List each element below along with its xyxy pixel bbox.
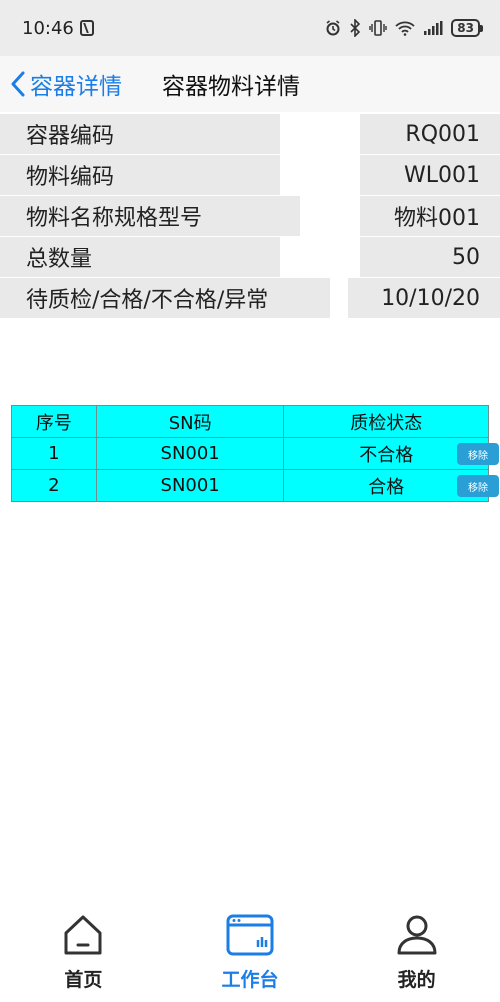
alarm-icon [326, 20, 340, 36]
cell-sn: SN001 [95, 437, 285, 470]
workbench-icon [226, 914, 274, 956]
tab-label: 我的 [397, 969, 436, 991]
qc-status-text: 合格 [368, 476, 405, 498]
detail-label: 物料名称规格型号 [0, 196, 300, 236]
detail-label: 容器编码 [0, 114, 280, 154]
wifi-icon [395, 21, 415, 36]
qc-status-text: 不合格 [359, 444, 414, 466]
detail-row-material-code: 物料编码 WL001 [0, 155, 500, 195]
page-title: 容器物料详情 [162, 74, 300, 100]
bottom-tab-bar: 首页 工作台 我的 [0, 905, 500, 1002]
table-row: 2 SN001 合格 移除 [11, 469, 499, 502]
sn-table: 序号 SN码 质检状态 1 SN001 不合格 移除 2 SN001 合格 移除 [11, 405, 499, 502]
bluetooth-icon [350, 19, 361, 37]
remove-button[interactable]: 移除 [457, 443, 499, 465]
back-button[interactable]: 容器详情 [0, 67, 122, 101]
container-material-details: 容器编码 RQ001 物料编码 WL001 物料名称规格型号 物料001 总数量… [0, 114, 500, 319]
detail-value: 10/10/20 [348, 278, 500, 318]
nfc-icon [79, 20, 94, 36]
status-time: 10:46 [22, 17, 74, 39]
detail-value: 50 [360, 237, 500, 277]
tab-mine[interactable]: 我的 [347, 905, 487, 992]
back-label: 容器详情 [30, 74, 122, 100]
detail-label: 待质检/合格/不合格/异常 [0, 278, 330, 318]
status-left: 10:46 [22, 18, 94, 39]
detail-label: 物料编码 [0, 155, 280, 195]
detail-label: 总数量 [0, 237, 280, 277]
cell-index: 2 [11, 469, 97, 502]
detail-row-quality-status: 待质检/合格/不合格/异常 10/10/20 [0, 278, 500, 318]
header-qc-status: 质检状态 [283, 405, 489, 438]
detail-row-container-code: 容器编码 RQ001 [0, 114, 500, 154]
tab-workbench[interactable]: 工作台 [180, 905, 320, 992]
tab-home[interactable]: 首页 [13, 905, 153, 992]
nav-bar: 容器详情 容器物料详情 [0, 56, 500, 112]
header-index: 序号 [11, 405, 97, 438]
detail-value: WL001 [360, 155, 500, 195]
status-bar: 10:46 83 [0, 0, 500, 56]
home-icon [64, 915, 102, 955]
table-row: 1 SN001 不合格 移除 [11, 437, 499, 470]
chevron-left-icon [11, 71, 25, 97]
cell-qc-status: 合格 移除 [283, 469, 499, 502]
cell-index: 1 [11, 437, 97, 470]
vibrate-icon [369, 20, 387, 36]
cell-sn: SN001 [95, 469, 285, 502]
detail-value: RQ001 [360, 114, 500, 154]
sn-table-grid: 序号 SN码 质检状态 1 SN001 不合格 移除 2 SN001 合格 移除 [11, 405, 499, 502]
detail-value: 物料001 [360, 196, 500, 236]
tab-label: 首页 [64, 969, 103, 991]
status-right: 83 [325, 19, 483, 37]
signal-icon [424, 21, 443, 35]
header-sn: SN码 [95, 405, 285, 438]
battery-icon: 83 [451, 19, 483, 37]
table-header-row: 序号 SN码 质检状态 [11, 405, 489, 438]
detail-row-material-name: 物料名称规格型号 物料001 [0, 196, 500, 236]
cell-qc-status: 不合格 移除 [283, 437, 499, 470]
detail-row-total-quantity: 总数量 50 [0, 237, 500, 277]
user-icon [397, 915, 437, 955]
tab-label: 工作台 [221, 969, 279, 991]
remove-button[interactable]: 移除 [457, 475, 499, 497]
